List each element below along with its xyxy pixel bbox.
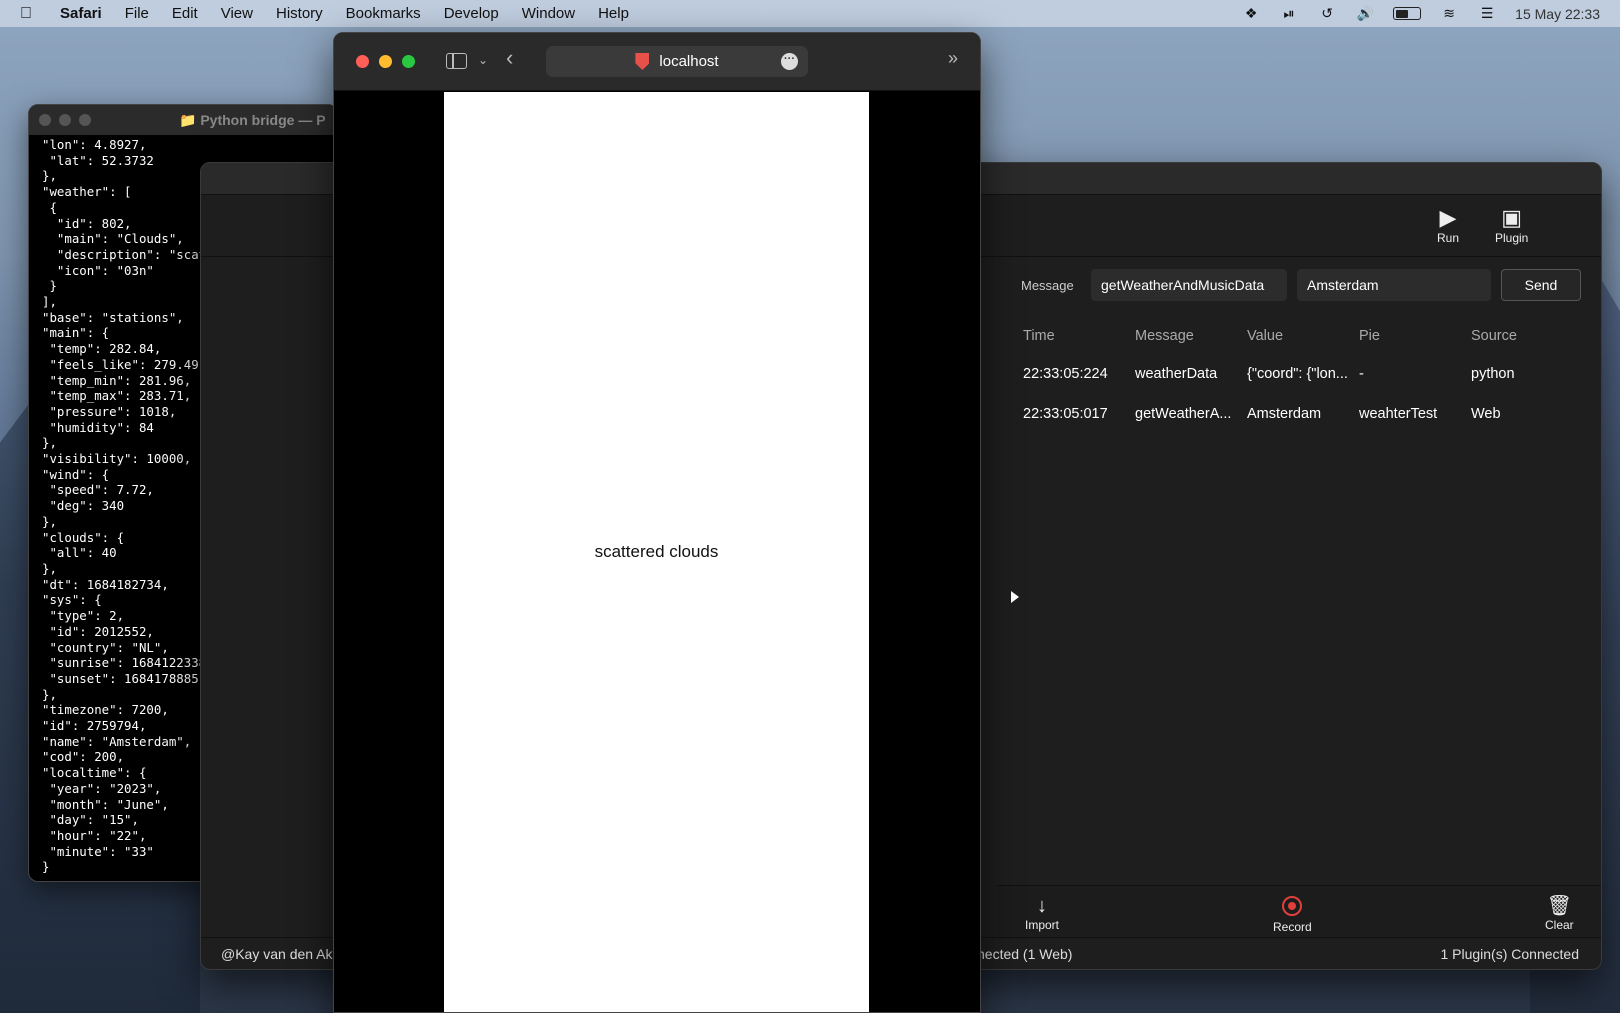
apple-icon[interactable]:  (20, 5, 40, 23)
terminal-title-text: Python bridge — P (200, 111, 326, 128)
table-row[interactable]: 22:33:05:017 getWeatherA... Amsterdam we… (1023, 394, 1583, 434)
weather-description: scattered clouds (594, 542, 719, 561)
col-pie[interactable]: Pie (1359, 328, 1471, 344)
message-label: Message (1021, 277, 1074, 293)
chevron-double-right-icon[interactable]: » (948, 48, 958, 69)
run-label: Run (1437, 231, 1460, 245)
terminal-zoom-button[interactable] (79, 114, 91, 126)
cell-value: Amsterdam (1247, 406, 1322, 422)
menubar-clock[interactable]: 15 May 22:33 (1515, 6, 1600, 22)
safari-close-button[interactable] (356, 55, 369, 68)
cell-time: 22:33:05:017 (1023, 406, 1108, 422)
menu-window[interactable]: Window (522, 5, 575, 22)
menubar:  Safari File Edit View History Bookmark… (0, 0, 1620, 27)
terminal-titlebar[interactable]: 📁 Python bridge — P (29, 105, 337, 135)
send-button[interactable]: Send (1501, 269, 1581, 301)
cell-message: weatherData (1135, 366, 1218, 382)
safari-minimize-button[interactable] (379, 55, 392, 68)
menu-bookmarks[interactable]: Bookmarks (346, 5, 421, 22)
play-icon: ▶ (1439, 205, 1457, 230)
record-button[interactable]: Record (1273, 894, 1312, 934)
cell-pie: weahterTest (1359, 406, 1438, 422)
menu-help[interactable]: Help (598, 5, 629, 22)
wifi-icon[interactable]: ≋ (1439, 5, 1459, 22)
param-input[interactable]: Amsterdam (1297, 269, 1491, 301)
message-row: Message getWeatherAndMusicData Amsterdam… (1001, 269, 1581, 301)
plugin-button[interactable]: ▣ Plugin (1495, 205, 1528, 245)
play-circle-icon[interactable]: ⏯ (1279, 5, 1299, 22)
control-center-icon[interactable]: ☰ (1477, 5, 1497, 22)
menu-view[interactable]: View (221, 5, 253, 22)
safari-toolbar: ⌄ ‹ localhost ··· » (334, 33, 980, 91)
menu-file[interactable]: File (125, 5, 149, 22)
col-message[interactable]: Message (1135, 328, 1247, 344)
col-source[interactable]: Source (1471, 328, 1583, 344)
table-header: Time Message Value Pie Source (1023, 318, 1583, 354)
volume-icon[interactable]: 🔊 (1355, 5, 1375, 22)
run-button[interactable]: ▶ Run (1437, 205, 1459, 245)
plug-icon: ▣ (1501, 205, 1523, 230)
status-connections: nected (1 Web) (977, 946, 1073, 962)
plugin-label: Plugin (1495, 231, 1529, 245)
safari-window: ⌄ ‹ localhost ··· » scattered clouds (333, 32, 981, 1013)
trash-icon: 🗑 (1546, 895, 1573, 917)
chevron-down-icon[interactable]: ⌄ (478, 53, 488, 67)
cell-pie: - (1359, 366, 1364, 382)
col-time[interactable]: Time (1023, 328, 1135, 344)
disclosure-triangle-icon[interactable] (1011, 591, 1019, 603)
menu-develop[interactable]: Develop (444, 5, 499, 22)
record-label: Record (1273, 920, 1312, 934)
address-bar[interactable]: localhost ··· (546, 46, 808, 77)
status-author: @Kay van den Ak (221, 946, 333, 962)
terminal-close-button[interactable] (39, 114, 51, 126)
cell-value: {"coord": {"lon... (1247, 366, 1348, 382)
terminal-minimize-button[interactable] (59, 114, 71, 126)
bottom-toolbar: ↓ Import Record 🗑 Clear (997, 885, 1601, 939)
status-plugins: 1 Plugin(s) Connected (1440, 946, 1579, 962)
arrow-down-icon: ↓ (1037, 895, 1047, 917)
privacy-shield-icon (635, 53, 650, 70)
figma-icon[interactable]: ❖ (1241, 5, 1261, 22)
time-machine-icon[interactable]: ↺ (1317, 5, 1337, 22)
clear-button[interactable]: 🗑 Clear (1545, 894, 1574, 932)
import-button[interactable]: ↓ Import (1025, 894, 1059, 932)
menu-app-name[interactable]: Safari (60, 5, 102, 22)
import-label: Import (1025, 918, 1060, 932)
message-input[interactable]: getWeatherAndMusicData (1091, 269, 1287, 301)
table-row[interactable]: 22:33:05:224 weatherData {"coord": {"lon… (1023, 354, 1583, 394)
sidebar-toggle-icon[interactable] (446, 53, 467, 69)
cell-source: python (1471, 366, 1515, 382)
battery-icon[interactable] (1393, 7, 1422, 20)
clear-label: Clear (1545, 918, 1574, 932)
back-chevron-icon[interactable]: ‹ (506, 45, 513, 71)
menu-history[interactable]: History (276, 5, 323, 22)
cell-message: getWeatherA... (1135, 406, 1232, 422)
cell-source: Web (1471, 406, 1501, 422)
menu-edit[interactable]: Edit (172, 5, 198, 22)
terminal-title: 📁 Python bridge — P (179, 112, 326, 129)
cell-time: 22:33:05:224 (1023, 366, 1108, 382)
more-options-icon[interactable]: ··· (781, 53, 798, 70)
web-viewport[interactable]: scattered clouds (444, 92, 869, 1012)
message-table: Time Message Value Pie Source 22:33:05:2… (1023, 318, 1583, 434)
address-text: localhost (659, 53, 719, 70)
col-value[interactable]: Value (1247, 328, 1359, 344)
safari-zoom-button[interactable] (402, 55, 415, 68)
folder-icon: 📁 (179, 111, 201, 128)
record-icon (1282, 896, 1303, 916)
